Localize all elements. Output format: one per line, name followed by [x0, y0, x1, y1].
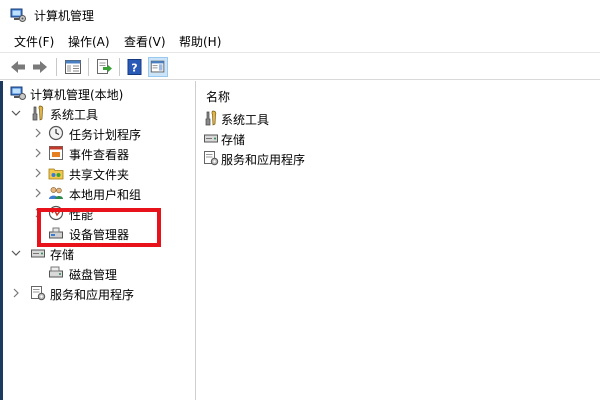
tree-item-label: 计算机管理(本地): [30, 88, 124, 102]
tree-item-label: 系统工具: [50, 108, 99, 122]
tree-item-label: 事件查看器: [69, 148, 130, 162]
tree-item-label: 任务计划程序: [69, 128, 142, 142]
tree-item-shared-folders[interactable]: 共享文件夹: [8, 164, 196, 184]
toolbar-separator: [119, 58, 120, 76]
forward-arrow-icon[interactable]: [30, 57, 50, 77]
toolbar-separator: [88, 58, 89, 76]
shared-folder-icon: [48, 168, 64, 180]
list-item-services-apps[interactable]: 服务和应用程序: [203, 149, 593, 169]
window-title: 计算机管理: [34, 9, 95, 23]
computer-management-icon: [10, 86, 26, 100]
tree-item-device-manager[interactable]: 设备管理器: [8, 224, 196, 244]
tree-item-label: 服务和应用程序: [50, 288, 135, 302]
tree-item-system-tools[interactable]: 系统工具: [8, 104, 196, 124]
users-icon: [49, 187, 63, 199]
tools-icon: [205, 110, 217, 126]
desktop-edge: [0, 81, 3, 400]
menu-view[interactable]: 查看(V): [124, 33, 166, 50]
show-action-pane-icon[interactable]: [148, 57, 168, 77]
tree-item-storage[interactable]: 存储: [8, 244, 196, 264]
tree-item-services-apps[interactable]: 服务和应用程序: [8, 284, 196, 304]
chevron-down-icon[interactable]: [11, 106, 21, 120]
chevron-right-icon[interactable]: [33, 146, 43, 160]
svg-text:?: ?: [131, 62, 137, 75]
export-list-icon[interactable]: [94, 57, 114, 77]
chevron-right-icon[interactable]: [11, 286, 21, 300]
computer-management-icon: [10, 8, 26, 22]
list-item-label: 存储: [221, 133, 246, 147]
storage-icon: [31, 249, 45, 258]
chevron-right-icon[interactable]: [33, 186, 43, 200]
disk-management-icon: [49, 266, 63, 278]
clock-icon: [48, 125, 64, 141]
tree-item-performance[interactable]: 性能: [8, 204, 196, 224]
list-item-label: 系统工具: [221, 113, 270, 127]
tree-item-label: 共享文件夹: [69, 168, 130, 182]
tree-item-label: 性能: [69, 208, 94, 222]
toolbar: ?: [0, 52, 600, 80]
back-arrow-icon[interactable]: [8, 57, 28, 77]
event-viewer-icon: [49, 146, 63, 160]
services-icon: [204, 151, 219, 166]
show-tree-icon[interactable]: [63, 57, 83, 77]
chevron-right-icon[interactable]: [33, 126, 43, 140]
tree-item-event-viewer[interactable]: 事件查看器: [8, 144, 196, 164]
list-item-storage[interactable]: 存储: [203, 129, 593, 149]
menu-action[interactable]: 操作(A): [68, 33, 110, 50]
tree-item-label: 存储: [50, 248, 75, 262]
device-manager-icon: [49, 227, 63, 239]
column-header-name[interactable]: 名称: [206, 88, 230, 105]
tools-icon: [32, 105, 44, 121]
help-icon[interactable]: ?: [125, 57, 145, 77]
chevron-right-icon[interactable]: [33, 206, 43, 220]
menu-file[interactable]: 文件(F): [14, 33, 54, 50]
services-icon: [31, 286, 46, 301]
chevron-right-icon[interactable]: [33, 166, 43, 180]
tree-item-label: 设备管理器: [69, 228, 130, 242]
storage-icon: [204, 134, 218, 143]
content-pane[interactable]: 名称 系统工具 存储 服务和应用程序: [199, 81, 600, 400]
list-item-label: 服务和应用程序: [221, 153, 306, 167]
menu-help[interactable]: 帮助(H): [179, 33, 221, 50]
tree-item-computer-management[interactable]: 计算机管理(本地): [8, 84, 196, 104]
list-item-system-tools[interactable]: 系统工具: [203, 109, 593, 129]
title-bar: 计算机管理: [0, 0, 600, 30]
toolbar-separator: [56, 58, 57, 76]
tree-item-label: 磁盘管理: [69, 268, 118, 282]
tree-item-label: 本地用户和组: [69, 188, 142, 202]
chevron-down-icon[interactable]: [11, 246, 21, 260]
performance-icon: [48, 205, 64, 221]
tree-item-disk-management[interactable]: 磁盘管理: [8, 264, 196, 284]
menu-bar: 文件(F) 操作(A) 查看(V) 帮助(H): [0, 30, 600, 52]
tree-item-local-users[interactable]: 本地用户和组: [8, 184, 196, 204]
tree-item-task-scheduler[interactable]: 任务计划程序: [8, 124, 196, 144]
